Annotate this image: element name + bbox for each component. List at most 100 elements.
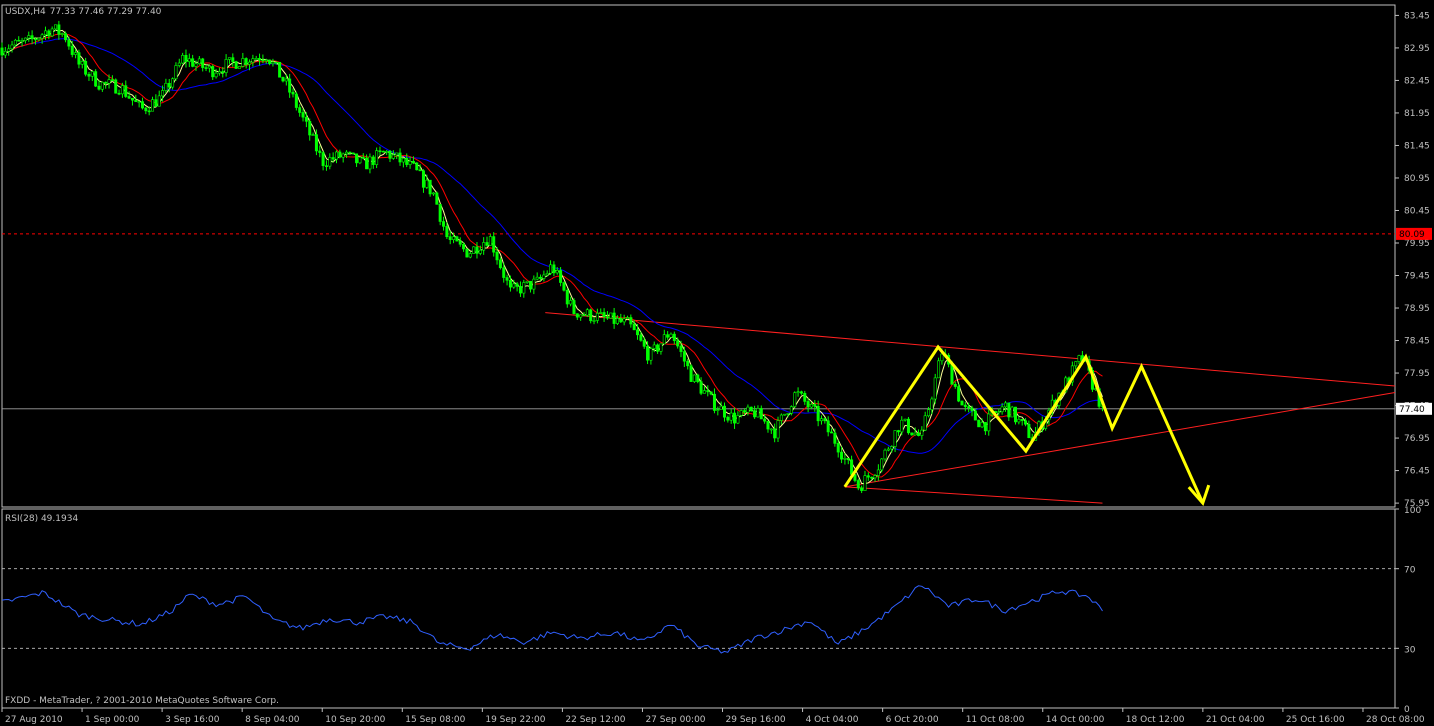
price-tick-label: 81.95 (1404, 109, 1430, 119)
symbol-title: USDX,H4 77.33 77.46 77.29 77.40 (5, 7, 162, 17)
candle-body (739, 410, 743, 416)
candle-body (90, 71, 94, 77)
candle-body (532, 278, 536, 290)
candle-body (682, 351, 686, 362)
candle-body (615, 318, 619, 324)
candle-body (261, 59, 265, 62)
time-tick-label: 15 Sep 08:00 (405, 715, 465, 725)
candle-body (371, 156, 375, 165)
candle-body (204, 67, 208, 69)
candle-body (211, 65, 215, 78)
candle-body (408, 161, 412, 165)
time-tick-label: 8 Sep 04:00 (245, 715, 300, 725)
candle-body (1000, 406, 1004, 413)
candle-body (582, 314, 586, 317)
candle-body (74, 52, 78, 55)
candle-body (612, 312, 616, 324)
candle-body (843, 457, 847, 460)
candle-body (856, 480, 860, 489)
candle-body (706, 390, 710, 393)
candle-body (278, 62, 282, 78)
candle-body (70, 45, 74, 55)
candle-body (940, 353, 944, 362)
candle-body (181, 55, 185, 64)
candle-body (428, 179, 432, 195)
candle-body (448, 236, 452, 240)
candle-body (20, 40, 24, 42)
candle-body (539, 276, 543, 279)
candle-body (542, 274, 546, 279)
candle-body (130, 97, 134, 101)
candle-body (425, 179, 429, 188)
candle-body (107, 79, 111, 84)
candle-body (288, 78, 292, 93)
candle-body (1074, 361, 1078, 367)
candle-body (0, 47, 4, 56)
time-tick-label: 27 Sep 00:00 (645, 715, 705, 725)
candle-body (709, 391, 713, 395)
candle-body (184, 55, 188, 63)
candle-body (515, 283, 519, 287)
candle-body (164, 82, 168, 91)
candle-body (763, 418, 767, 422)
candle-body (328, 157, 332, 167)
candle-body (890, 446, 894, 450)
time-tick-label: 4 Oct 04:00 (806, 715, 859, 725)
candle-body (33, 38, 37, 41)
candle-body (324, 165, 328, 167)
candle-body (769, 428, 773, 431)
candle-body (793, 392, 797, 407)
candle-body (900, 419, 904, 433)
candle-body (492, 236, 496, 253)
candle-body (40, 34, 44, 39)
candle-body (712, 393, 716, 411)
candle-body (629, 317, 633, 325)
candle-body (729, 412, 733, 421)
candle-body (217, 71, 221, 74)
candle-body (880, 458, 884, 471)
candle-body (401, 157, 405, 163)
candle-body (970, 407, 974, 412)
candle-body (502, 267, 506, 278)
candle-body (345, 151, 349, 155)
candle-body (488, 236, 492, 246)
candle-body (636, 329, 640, 336)
rsi-tick-label: 100 (1404, 506, 1421, 516)
candle-body (174, 65, 178, 80)
candle-body (508, 280, 512, 288)
rsi-tick-label: 70 (1404, 566, 1416, 576)
candle-body (796, 391, 800, 394)
candle-body (565, 289, 569, 305)
candle-body (1017, 418, 1021, 423)
rsi-tick-label: 0 (1404, 705, 1410, 715)
candle-body (43, 30, 47, 36)
candle-body (662, 334, 666, 345)
candle-body (167, 82, 171, 88)
candle-body (458, 240, 462, 245)
candle-body (813, 404, 817, 407)
candle-body (920, 429, 924, 436)
candle-body (649, 348, 653, 361)
candle-body (87, 73, 91, 77)
candle-body (719, 405, 723, 410)
candle-body (589, 309, 593, 322)
candle-body (552, 264, 556, 274)
candle-body (816, 405, 820, 422)
candle-body (321, 152, 325, 166)
candle-body (7, 48, 11, 52)
candle-body (1010, 406, 1014, 418)
candle-body (823, 418, 827, 422)
candle-body (231, 57, 235, 62)
candle-body (883, 449, 887, 460)
candle-body (264, 59, 268, 62)
candle-body (1007, 402, 1011, 418)
candle-body (789, 406, 793, 414)
candle-body (331, 157, 335, 160)
price-tick-label: 80.95 (1404, 174, 1430, 184)
candle-body (873, 475, 877, 479)
candle-body (194, 63, 198, 67)
candle-body (535, 276, 539, 280)
metatrader-chart[interactable]: 83.45 82.95 82.45 81.95 81.45 80.95 80.45 79.95… (0, 0, 1434, 726)
time-tick-label: 28 Oct 08:00 (1366, 715, 1425, 725)
time-tick-label: 29 Sep 16:00 (726, 715, 786, 725)
